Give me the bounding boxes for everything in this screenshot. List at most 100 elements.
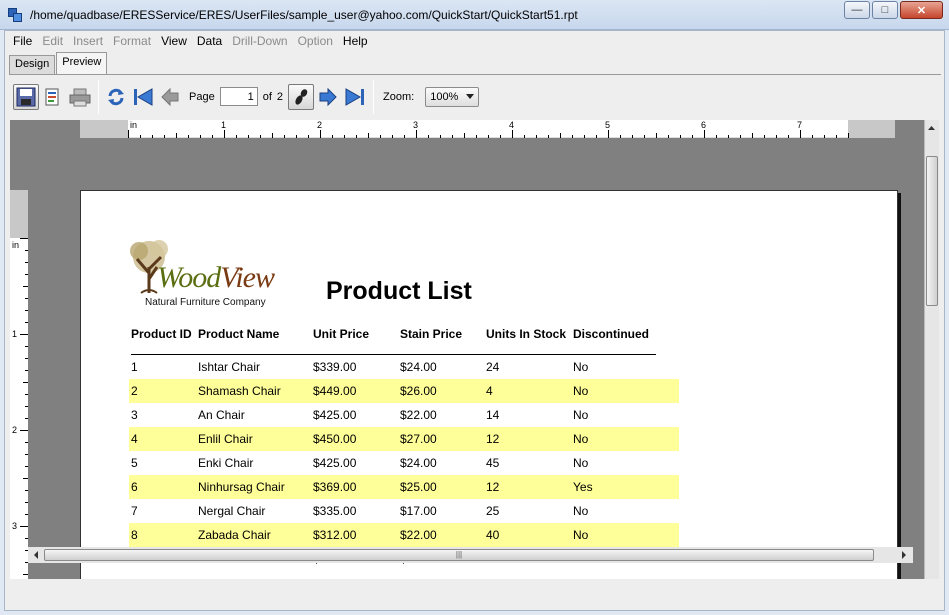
table-cell: $24.00 bbox=[400, 456, 437, 470]
maximize-icon: □ bbox=[881, 4, 889, 16]
table-cell: 4 bbox=[131, 432, 138, 446]
horizontal-scroll-thumb[interactable]: ||| bbox=[44, 549, 874, 561]
vertical-scrollbar[interactable] bbox=[924, 120, 939, 579]
table-cell: No bbox=[573, 408, 589, 422]
menu-view[interactable]: View bbox=[157, 34, 191, 48]
vertical-ruler: in 1 2 3 bbox=[10, 190, 28, 579]
column-header: Units In Stock bbox=[486, 327, 567, 341]
menu-option[interactable]: Option bbox=[294, 34, 337, 48]
table-cell: No bbox=[573, 432, 589, 446]
tab-design[interactable]: Design bbox=[9, 55, 56, 74]
tab-preview[interactable]: Preview bbox=[56, 52, 108, 74]
table-cell: 45 bbox=[486, 456, 500, 470]
scroll-right-icon[interactable] bbox=[898, 548, 910, 562]
table-cell: 3 bbox=[131, 408, 138, 422]
page-label: Page bbox=[189, 90, 215, 103]
report-preview-area[interactable]: in 1 2 3 4 5 6 7 in 1 2 3 WoodView Natur… bbox=[10, 120, 939, 579]
view-tabs: Design Preview bbox=[9, 52, 108, 74]
zoom-value: 100% bbox=[430, 90, 459, 103]
first-page-button[interactable] bbox=[130, 84, 156, 110]
table-body: 1 Ishtar Chair $339.00 $24.00 24 No 2 Shamash C… bbox=[129, 355, 679, 571]
horizontal-scrollbar[interactable]: ||| bbox=[28, 547, 913, 563]
table-cell: $24.00 bbox=[400, 360, 437, 374]
last-page-button[interactable] bbox=[342, 84, 368, 110]
table-cell: 1 bbox=[131, 360, 138, 374]
export-button[interactable] bbox=[40, 84, 66, 110]
next-page-button[interactable] bbox=[315, 84, 341, 110]
menu-help[interactable]: Help bbox=[339, 34, 372, 48]
table-cell: 2 bbox=[131, 384, 138, 398]
page-number-input[interactable] bbox=[219, 87, 258, 106]
table-cell: $369.00 bbox=[313, 480, 357, 494]
table-cell: No bbox=[573, 384, 589, 398]
menu-drill-down[interactable]: Drill-Down bbox=[228, 34, 291, 48]
ruler-ticks bbox=[128, 130, 849, 138]
column-header: Product ID bbox=[131, 327, 192, 341]
maximize-button[interactable]: □ bbox=[872, 1, 898, 19]
table-cell: 12 bbox=[486, 480, 500, 494]
toolbar-separator bbox=[373, 79, 375, 114]
scroll-up-icon[interactable] bbox=[925, 122, 938, 134]
first-page-icon bbox=[134, 87, 153, 106]
table-cell: $425.00 bbox=[313, 456, 357, 470]
column-header: Stain Price bbox=[400, 327, 463, 341]
table-cell: Shamash Chair bbox=[198, 384, 281, 398]
zoom-select[interactable]: 100% bbox=[425, 86, 480, 107]
minimize-icon: — bbox=[851, 4, 863, 16]
table-row: 6 Ninhursag Chair $369.00 $25.00 12 Yes bbox=[129, 475, 679, 499]
menu-edit[interactable]: Edit bbox=[38, 34, 67, 48]
menu-data[interactable]: Data bbox=[193, 34, 226, 48]
table-cell: $25.00 bbox=[400, 480, 437, 494]
report-page: WoodView Natural Furniture Company Produ… bbox=[80, 190, 898, 579]
logo-tagline: Natural Furniture Company bbox=[145, 297, 266, 308]
scroll-left-icon[interactable] bbox=[30, 548, 42, 562]
table-header: Product ID Product Name Unit Price Stain… bbox=[131, 325, 656, 355]
table-cell: Ishtar Chair bbox=[198, 360, 261, 374]
menu-file[interactable]: File bbox=[9, 34, 36, 48]
table-cell: 6 bbox=[131, 480, 138, 494]
table-cell: Enki Chair bbox=[198, 456, 254, 470]
menu-insert[interactable]: Insert bbox=[69, 34, 107, 48]
save-button[interactable] bbox=[13, 83, 39, 110]
export-report-icon bbox=[45, 88, 59, 105]
refresh-button[interactable] bbox=[103, 84, 129, 110]
table-cell: 25 bbox=[486, 504, 500, 518]
table-cell: $22.00 bbox=[400, 528, 437, 542]
table-cell: Ninhursag Chair bbox=[198, 480, 285, 494]
previous-page-button[interactable] bbox=[157, 84, 183, 110]
table-cell: No bbox=[573, 528, 589, 542]
table-cell: $450.00 bbox=[313, 432, 357, 446]
close-button[interactable]: ✕ bbox=[900, 1, 943, 19]
menu-format[interactable]: Format bbox=[109, 34, 155, 48]
table-row: 4 Enlil Chair $450.00 $27.00 12 No bbox=[129, 427, 679, 451]
table-cell: 7 bbox=[131, 504, 138, 518]
table-row: 5 Enki Chair $425.00 $24.00 45 No bbox=[129, 451, 679, 475]
table-cell: An Chair bbox=[198, 408, 245, 422]
of-label: of bbox=[262, 90, 272, 103]
table-cell: $26.00 bbox=[400, 384, 437, 398]
table-cell: Enlil Chair bbox=[198, 432, 253, 446]
vertical-scroll-thumb[interactable] bbox=[926, 156, 938, 306]
column-header: Discontinued bbox=[573, 327, 650, 341]
app-icon bbox=[8, 8, 22, 22]
print-button[interactable] bbox=[67, 84, 93, 110]
table-cell: $339.00 bbox=[313, 360, 357, 374]
menu-bar: File Edit Insert Format View Data Drill-… bbox=[5, 31, 944, 51]
minimize-button[interactable]: — bbox=[844, 1, 870, 19]
arrow-left-icon bbox=[161, 87, 179, 106]
table-row: 8 Zabada Chair $312.00 $22.00 40 No bbox=[129, 523, 679, 547]
window-title: /home/quadbase/ERESService/ERES/UserFile… bbox=[30, 8, 578, 22]
toolbar-separator bbox=[98, 79, 99, 114]
table-cell: $17.00 bbox=[400, 504, 437, 518]
zoom-label: Zoom: bbox=[383, 90, 415, 103]
close-icon: ✕ bbox=[916, 4, 927, 17]
horizontal-ruler: in 1 2 3 4 5 6 7 bbox=[80, 120, 895, 138]
table-cell: Zabada Chair bbox=[198, 528, 271, 542]
table-cell: 12 bbox=[486, 432, 500, 446]
go-to-page-button[interactable] bbox=[288, 83, 315, 110]
arrow-right-icon bbox=[319, 87, 337, 106]
last-page-icon bbox=[345, 87, 365, 106]
table-row: 3 An Chair $425.00 $22.00 14 No bbox=[129, 403, 679, 427]
total-pages: 2 bbox=[276, 90, 284, 103]
table-cell: Yes bbox=[573, 480, 593, 494]
